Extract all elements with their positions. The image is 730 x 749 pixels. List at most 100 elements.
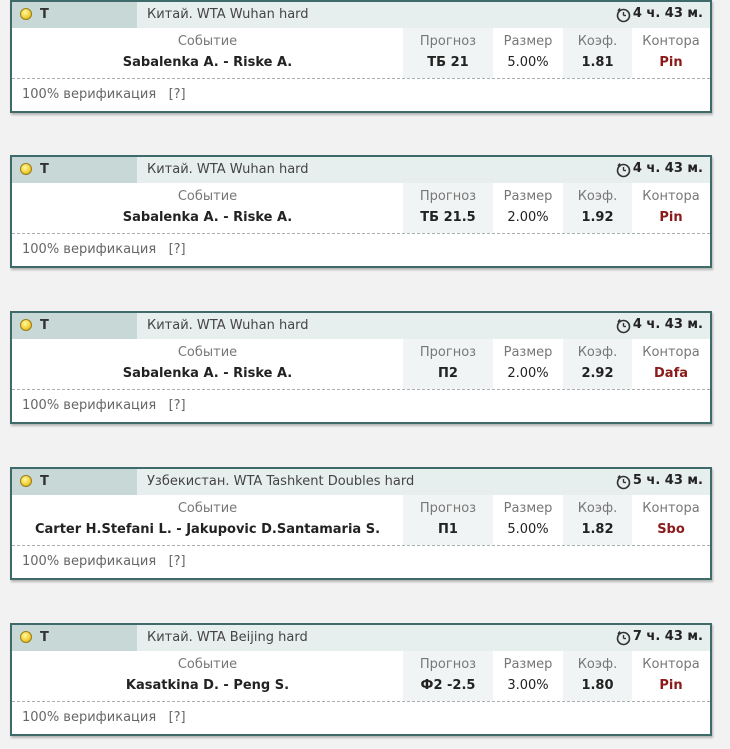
sport-badge: Т [12, 157, 137, 183]
verification-label: 100% верификация [22, 710, 157, 725]
bookmaker-header: Контора [642, 189, 700, 204]
prediction-value: П1 [438, 522, 458, 537]
verification-help-link[interactable]: [?] [169, 87, 186, 102]
tennis-ball-icon [20, 475, 32, 487]
league-name[interactable]: Узбекистан. WTA Tashkent Doubles hard [147, 474, 414, 489]
bookmaker-cell: Контора Dafa [632, 339, 710, 389]
coef-value: 1.92 [581, 210, 614, 225]
stopwatch-icon [616, 475, 631, 490]
coef-value: 1.82 [581, 522, 614, 537]
tip-header: Т Китай. WTA Wuhan hard 4 ч. 43 м. [12, 157, 710, 183]
time-to-start: 4 ч. 43 м. [632, 6, 703, 21]
size-header: Размер [503, 657, 553, 672]
stopwatch-icon [616, 631, 631, 646]
sport-badge: Т [12, 313, 137, 339]
coef-header: Коэф. [577, 657, 618, 672]
event-header: Событие [177, 345, 238, 360]
event-value[interactable]: Sabalenka A. - Riske A. [12, 210, 403, 225]
coef-cell: Коэф. 2.92 [563, 339, 632, 389]
verification-help-link[interactable]: [?] [169, 554, 186, 569]
prediction-cell: Прогноз ТБ 21.5 [403, 183, 493, 233]
sport-label: Т [40, 630, 49, 645]
coef-value: 2.92 [581, 366, 614, 381]
verification-label: 100% верификация [22, 242, 157, 257]
verification-help-link[interactable]: [?] [169, 398, 186, 413]
verification-label: 100% верификация [22, 554, 157, 569]
verification-footer: 100% верификация [?] [22, 398, 186, 413]
coef-header: Коэф. [577, 34, 618, 49]
size-value: 2.00% [507, 366, 549, 381]
league-name[interactable]: Китай. WTA Wuhan hard [147, 7, 309, 22]
bookmaker-header: Контора [642, 345, 700, 360]
tip-card: Т Китай. WTA Wuhan hard 4 ч. 43 м. Событ… [10, 0, 712, 113]
prediction-cell: Прогноз П1 [403, 495, 493, 545]
size-cell: Размер 3.00% [493, 651, 563, 701]
event-cell: Событие Sabalenka A. - Riske A. [12, 183, 403, 233]
verification-help-link[interactable]: [?] [169, 242, 186, 257]
verification-label: 100% верификация [22, 398, 157, 413]
sport-badge: Т [12, 2, 137, 28]
event-cell: Событие Kasatkina D. - Peng S. [12, 651, 403, 701]
prediction-cell: Прогноз Ф2 -2.5 [403, 651, 493, 701]
tip-header: Т Китай. WTA Beijing hard 7 ч. 43 м. [12, 625, 710, 651]
league-name[interactable]: Китай. WTA Wuhan hard [147, 318, 309, 333]
coef-header: Коэф. [577, 345, 618, 360]
coef-header: Коэф. [577, 189, 618, 204]
event-value[interactable]: Sabalenka A. - Riske A. [12, 55, 403, 70]
verification-help-link[interactable]: [?] [169, 710, 186, 725]
tip-row: Событие Carter H.Stefani L. - Jakupovic … [12, 495, 710, 546]
prediction-header: Прогноз [419, 34, 477, 49]
bookmaker-cell: Контора Pin [632, 651, 710, 701]
sport-label: Т [40, 162, 49, 177]
coef-cell: Коэф. 1.82 [563, 495, 632, 545]
tip-card: Т Китай. WTA Wuhan hard 4 ч. 43 м. Событ… [10, 155, 712, 268]
prediction-cell: Прогноз П2 [403, 339, 493, 389]
event-value[interactable]: Kasatkina D. - Peng S. [12, 678, 403, 693]
coef-value: 1.80 [581, 678, 614, 693]
event-header: Событие [177, 501, 238, 516]
time-to-start: 5 ч. 43 м. [632, 473, 703, 488]
verification-footer: 100% верификация [?] [22, 242, 186, 257]
tennis-ball-icon [20, 8, 32, 20]
size-cell: Размер 5.00% [493, 28, 563, 78]
prediction-value: ТБ 21 [427, 55, 469, 70]
coef-value: 1.81 [581, 55, 614, 70]
tip-row: Событие Sabalenka A. - Riske A. Прогноз … [12, 339, 710, 390]
time-to-start: 4 ч. 43 м. [632, 161, 703, 176]
prediction-value: П2 [438, 366, 458, 381]
sport-badge: Т [12, 625, 137, 651]
size-value: 5.00% [507, 55, 549, 70]
sport-label: Т [40, 474, 49, 489]
event-value[interactable]: Sabalenka A. - Riske A. [12, 366, 403, 381]
verification-label: 100% верификация [22, 87, 157, 102]
bookmaker-link[interactable]: Pin [632, 55, 710, 70]
bookmaker-link[interactable]: Pin [632, 210, 710, 225]
stopwatch-icon [616, 163, 631, 178]
size-header: Размер [503, 345, 553, 360]
sport-badge: Т [12, 469, 137, 495]
time-to-start: 7 ч. 43 м. [632, 629, 703, 644]
tip-header: Т Китай. WTA Wuhan hard 4 ч. 43 м. [12, 2, 710, 28]
tip-row: Событие Kasatkina D. - Peng S. Прогноз Ф… [12, 651, 710, 702]
verification-footer: 100% верификация [?] [22, 554, 186, 569]
bookmaker-link[interactable]: Sbo [632, 522, 710, 537]
bookmaker-link[interactable]: Pin [632, 678, 710, 693]
league-name[interactable]: Китай. WTA Beijing hard [147, 630, 308, 645]
tip-row: Событие Sabalenka A. - Riske A. Прогноз … [12, 28, 710, 79]
prediction-header: Прогноз [419, 657, 477, 672]
event-header: Событие [177, 189, 238, 204]
league-name[interactable]: Китай. WTA Wuhan hard [147, 162, 309, 177]
size-cell: Размер 5.00% [493, 495, 563, 545]
bookmaker-link[interactable]: Dafa [632, 366, 710, 381]
event-value[interactable]: Carter H.Stefani L. - Jakupovic D.Santam… [12, 522, 403, 537]
sport-label: Т [40, 7, 49, 22]
prediction-header: Прогноз [419, 189, 477, 204]
coef-cell: Коэф. 1.80 [563, 651, 632, 701]
size-value: 2.00% [507, 210, 549, 225]
size-header: Размер [503, 189, 553, 204]
prediction-header: Прогноз [419, 501, 477, 516]
tennis-ball-icon [20, 631, 32, 643]
tennis-ball-icon [20, 163, 32, 175]
stopwatch-icon [616, 319, 631, 334]
sport-label: Т [40, 318, 49, 333]
